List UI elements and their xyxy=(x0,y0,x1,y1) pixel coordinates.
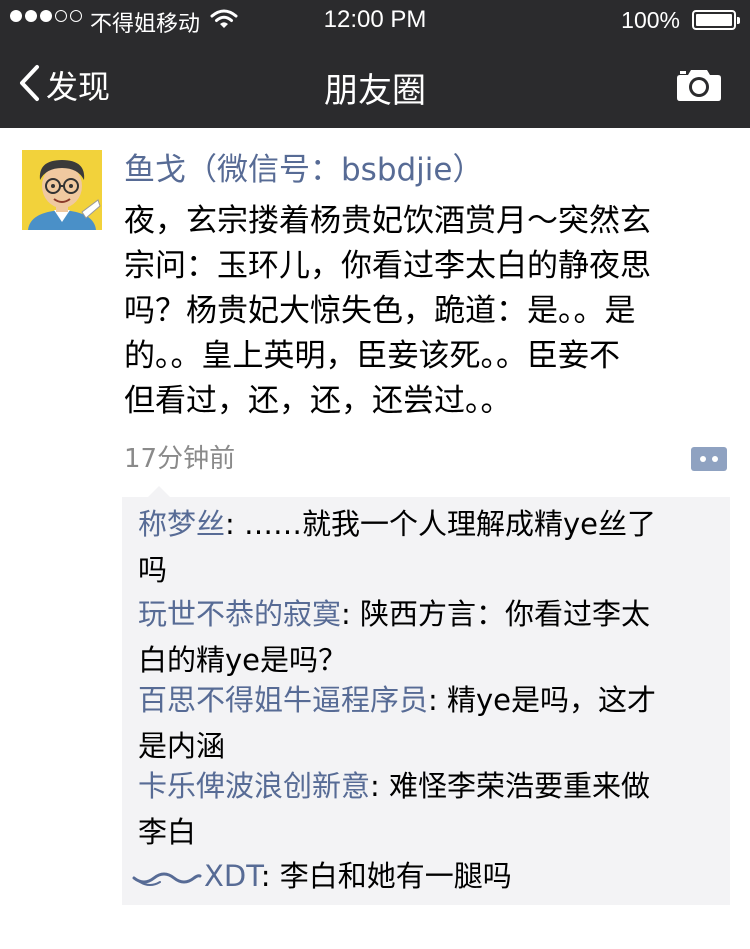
battery-fill xyxy=(696,14,732,26)
comment-item[interactable]: 称梦丝: ……就我一个人理解成精ye丝了 吗 xyxy=(138,501,716,593)
status-bar: 不得姐移动 12:00 PM 100% xyxy=(0,0,750,40)
camera-icon xyxy=(676,70,722,106)
commenter-name[interactable]: 玩世不恭的寂寞 xyxy=(138,597,341,631)
commenter-name[interactable]: 百思不得姐牛逼程序员 xyxy=(138,683,428,717)
post-author-name[interactable]: 鱼戈（微信号：bsbdjie） xyxy=(124,150,483,190)
comment-item[interactable]: 百思不得姐牛逼程序员: 精ye是吗，这才 是内涵 xyxy=(138,677,716,769)
comment-text: 李白 xyxy=(138,815,197,849)
comment-item[interactable]: 卡乐俾波浪创新意: 难怪李荣浩要重来做 李白 xyxy=(138,763,716,855)
comment-text: : ……就我一个人理解成精ye丝了 xyxy=(225,507,657,541)
post-content-line: 但看过，还，还，还尝过。。 xyxy=(124,383,512,419)
post-content-line: 夜，玄宗搂着杨贵妃饮酒赏月～突然玄 xyxy=(124,203,651,239)
post-content: 夜，玄宗搂着杨贵妃饮酒赏月～突然玄 宗问：玉环儿，你看过李太白的静夜思 吗？杨贵… xyxy=(124,199,714,424)
battery-icon xyxy=(692,10,740,30)
post-content-line: 吗？杨贵妃大惊失色，跪道：是。。是 xyxy=(124,293,636,329)
comment-item[interactable]: 玩世不恭的寂寞: 陕西方言：你看过李太 白的精ye是吗？ xyxy=(138,591,716,683)
page-title: 朋友圈 xyxy=(324,71,426,111)
comment-text: : 精ye是吗，这才 xyxy=(428,683,657,717)
post-content-line: 的。。皇上英明，臣妾该死。。臣妾不 xyxy=(124,338,620,374)
comments-arrow xyxy=(148,486,170,497)
avatar[interactable] xyxy=(22,150,102,230)
post-timestamp: 17分钟前 xyxy=(124,444,236,474)
comment-text: 吗 xyxy=(138,553,168,587)
commenter-name[interactable]: XDT xyxy=(204,859,261,893)
comments-section: 称梦丝: ……就我一个人理解成精ye丝了 吗 玩世不恭的寂寞: 陕西方言：你看过… xyxy=(122,486,730,905)
battery-percent: 100% xyxy=(621,7,680,33)
comment-text: : 难怪李荣浩要重来做 xyxy=(370,769,651,803)
navigation-bar: 发现 朋友圈 xyxy=(0,40,750,128)
comment-icon xyxy=(690,447,728,478)
comment-text: : 李白和她有一腿吗 xyxy=(260,859,512,893)
commenter-name[interactable]: 卡乐俾波浪创新意 xyxy=(138,769,370,803)
post-content-line: 宗问：玉环儿，你看过李太白的静夜思 xyxy=(124,248,651,284)
commenter-name[interactable]: 称梦丝 xyxy=(138,507,225,541)
comment-line: 卡乐俾波浪创新意: 难怪李荣浩要重来做 xyxy=(138,763,716,809)
comment-item[interactable]: XDT: 李白和她有一腿吗 xyxy=(132,853,710,901)
comment-button[interactable] xyxy=(690,444,728,478)
squiggle-icon xyxy=(132,855,202,901)
comment-line: 玩世不恭的寂寞: 陕西方言：你看过李太 xyxy=(138,591,716,637)
camera-button[interactable] xyxy=(676,66,722,106)
battery-tip xyxy=(737,17,740,24)
comment-line: 百思不得姐牛逼程序员: 精ye是吗，这才 xyxy=(138,677,716,723)
comment-line: 称梦丝: ……就我一个人理解成精ye丝了 xyxy=(138,501,716,547)
comment-line: XDT: 李白和她有一腿吗 xyxy=(132,853,710,901)
comment-text: : 陕西方言：你看过李太 xyxy=(341,597,651,631)
